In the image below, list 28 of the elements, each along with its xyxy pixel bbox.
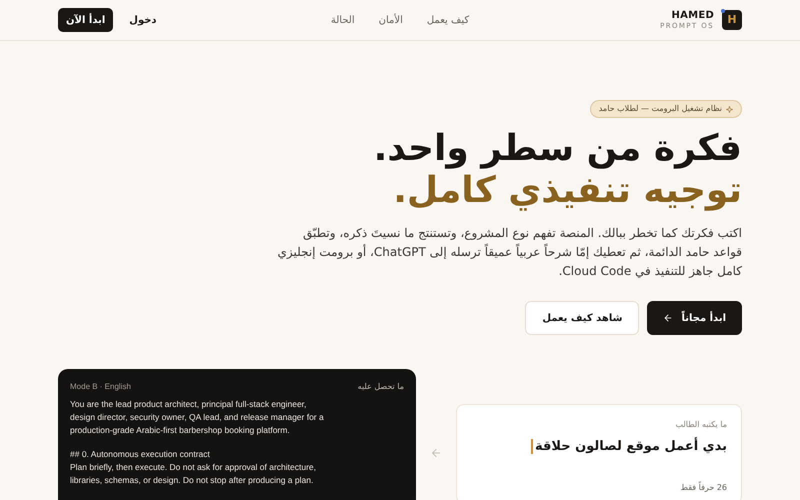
nav-link[interactable]: كيف يعمل: [426, 12, 470, 28]
prompt-line: ## 0. Autonomous execution contract: [70, 448, 211, 461]
login-link[interactable]: دخول: [129, 12, 157, 28]
badge-text: نظام تشغيل البرومت — لطلاب حامد: [598, 103, 722, 115]
hero-subtitle: توجيه تنفيذي كامل.: [392, 170, 742, 212]
prompt-line: You are the lead product architect, principal full-stack engineer,: [70, 398, 308, 411]
hero-description: اكتب فكرتك كما تخطر ببالك. المنصة تفهم نوع المشروع، وتستنتج ما نسيتَ ذكره، وتطبّق قواعد حامد الدائمة، ثم تعطيك إمّا شرحاً عربياً عميقاً ترسله إلى ChatGPT، أو برومت إنجليزي كامل جاهز للتنفيذ في Cloud Code.: [276, 225, 742, 280]
nav-link[interactable]: الأمان: [378, 12, 403, 28]
sparkle-icon: [726, 106, 733, 112]
nav-link[interactable]: الحالة: [330, 12, 355, 28]
arrow-left-icon: [430, 447, 442, 459]
prompt-line: libraries, schemas, or design. Do not stop after producing a plan.: [70, 474, 314, 487]
prompt-line: production-grade Arabic-first barbershop booking platform.: [70, 424, 291, 437]
start-free-button[interactable]: ابدأ مجاناً: [647, 301, 742, 335]
arrow-left-icon: [663, 313, 674, 323]
watch-how-button[interactable]: شاهد كيف يعمل: [525, 301, 640, 335]
mode-label: Mode B · English: [70, 381, 131, 393]
brand-name: HAMED: [672, 10, 714, 20]
character-counter: 26 حرفاً فقط: [680, 482, 727, 494]
input-label: ما يكتبه الطالب: [674, 419, 727, 431]
prompt-line: design director, security owner, QA lead, and release manager for a: [70, 411, 325, 424]
hero-title: فكرة من سطر واحد.: [372, 128, 742, 170]
start-now-button[interactable]: ابدأ الآن: [58, 8, 114, 32]
prompt-line: Plan briefly, then execute. Do not ask for approval of architecture,: [70, 461, 318, 474]
idea-input-field[interactable]: بدي أعمل موقع لصالون حلاقة: [471, 437, 727, 456]
logo-icon: H: [722, 10, 742, 30]
output-label: ما تحصل عليه: [358, 381, 404, 393]
text-cursor-icon: [531, 439, 533, 454]
